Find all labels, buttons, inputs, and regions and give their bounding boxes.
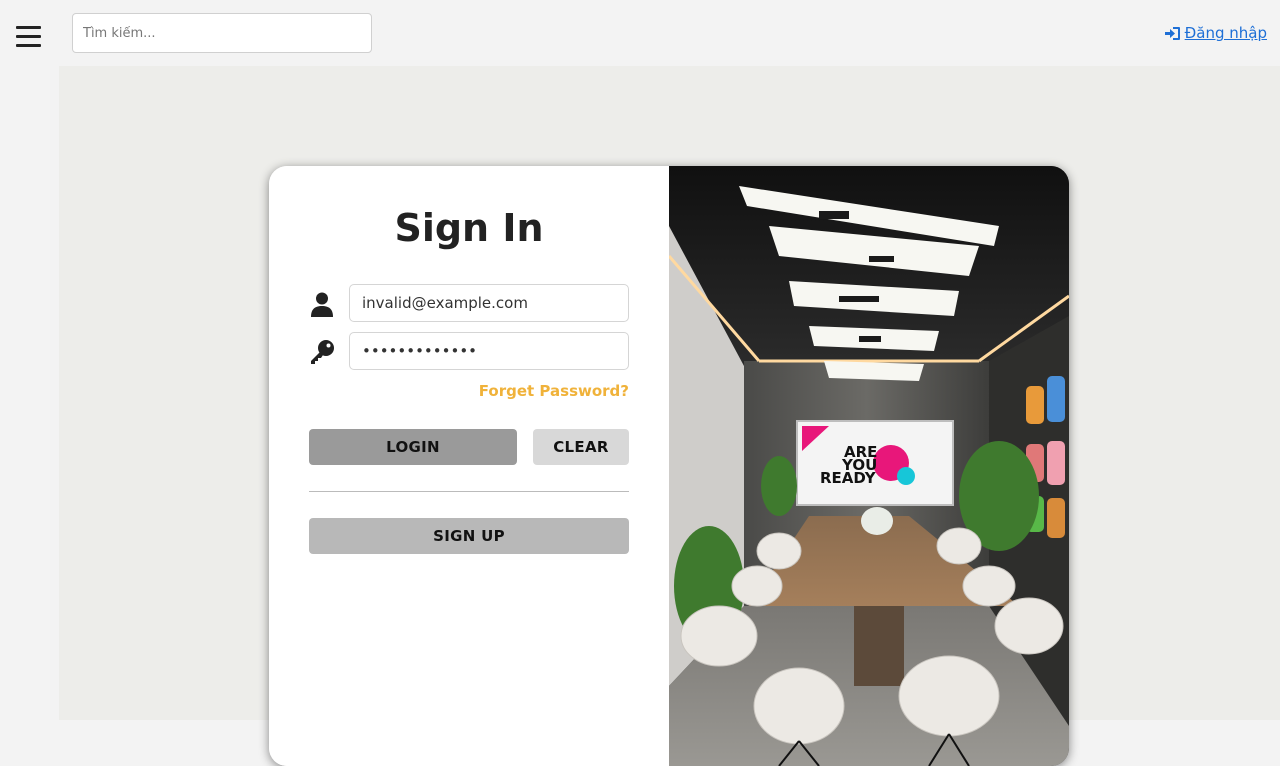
sidebar [0,66,59,720]
sign-in-card: Sign In Forget Password? LOGIN CLEAR SIG… [269,166,1069,766]
poster-text-ready: READY [820,469,877,487]
meeting-room-image: ARE YOU READY [669,166,1069,766]
key-icon [311,340,334,364]
sign-up-button[interactable]: SIGN UP [309,518,629,554]
top-bar: Đăng nhập [0,0,1280,66]
search-input[interactable] [72,13,372,53]
forget-password-link[interactable]: Forget Password? [479,382,629,400]
clear-button[interactable]: CLEAR [533,429,629,465]
meeting-room-illustration: ARE YOU READY [669,166,1069,766]
user-icon [311,292,333,317]
page-title: Sign In [394,206,544,250]
hamburger-menu-icon[interactable] [16,26,41,48]
email-field[interactable] [349,284,629,322]
divider [309,491,629,492]
sign-in-icon [1164,26,1180,40]
login-button[interactable]: LOGIN [309,429,517,465]
sign-in-form: Sign In Forget Password? LOGIN CLEAR SIG… [269,166,669,766]
login-link-label[interactable]: Đăng nhập [1185,24,1267,42]
password-field[interactable] [349,332,629,370]
login-link[interactable]: Đăng nhập [1164,24,1267,42]
